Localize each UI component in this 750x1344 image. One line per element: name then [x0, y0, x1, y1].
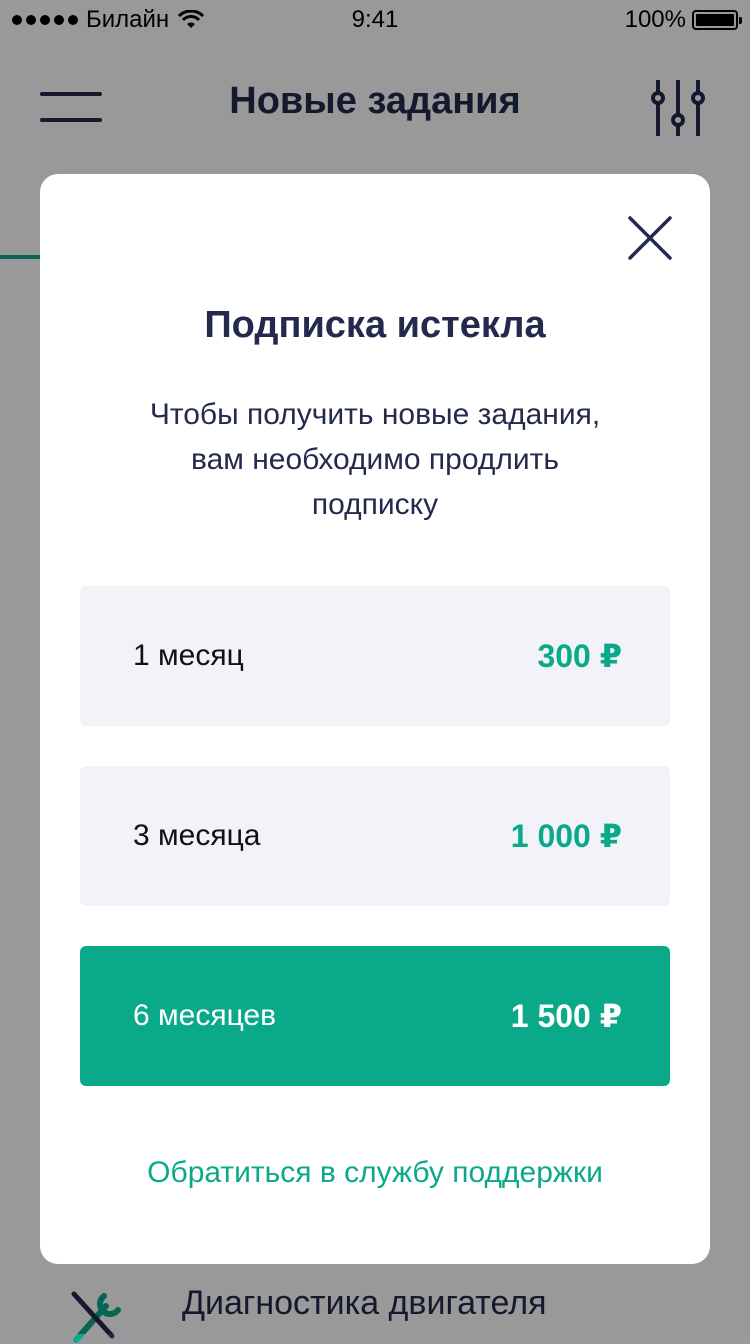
plan-period: 1 месяц — [133, 639, 244, 672]
plan-price: 1 000 ₽ — [510, 818, 622, 854]
close-icon[interactable] — [626, 214, 674, 262]
dialog-title: Подписка истекла — [204, 304, 546, 346]
plan-period: 3 месяца — [133, 819, 261, 852]
plan-option-3-months[interactable]: 3 месяца 1 000 ₽ — [80, 766, 670, 906]
subscription-expired-dialog: Подписка истекла Чтобы получить новые за… — [40, 174, 710, 1264]
plan-option-6-months[interactable]: 6 месяцев 1 500 ₽ — [80, 946, 670, 1086]
plan-price: 300 ₽ — [537, 638, 622, 674]
plan-option-1-month[interactable]: 1 месяц 300 ₽ — [80, 586, 670, 726]
plan-period: 6 месяцев — [133, 999, 277, 1032]
contact-support-link[interactable]: Обратиться в службу поддержки — [40, 1156, 710, 1190]
dialog-description: Чтобы получить новые задания, вам необхо… — [149, 398, 601, 521]
plan-price: 1 500 ₽ — [510, 998, 622, 1034]
